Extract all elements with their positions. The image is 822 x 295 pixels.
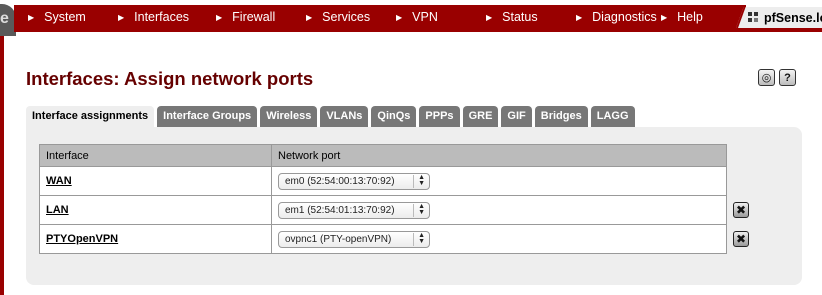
left-frame — [0, 28, 4, 295]
interface-link-wan[interactable]: WAN — [39, 166, 272, 196]
status-icon[interactable]: ◎ — [758, 69, 775, 86]
network-port-select-wan[interactable]: em0 (52:54:00:13:70:92) ▲ ▼ — [278, 172, 430, 190]
select-arrows-icon: ▲ ▼ — [413, 232, 425, 246]
title-icons: ◎ ? — [758, 69, 796, 86]
select-arrows-icon: ▲ ▼ — [413, 174, 425, 188]
chevron-right-icon: ▶ — [486, 13, 493, 22]
menu-system[interactable]: ▶ System — [28, 5, 118, 30]
help-icon[interactable]: ? — [779, 69, 796, 86]
chevron-right-icon: ▶ — [118, 13, 125, 22]
delete-lan-button[interactable]: ✖ — [733, 202, 749, 218]
tab-gif[interactable]: GIF — [501, 106, 532, 127]
delete-icon: ✖ — [735, 232, 747, 246]
select-value: em1 (52:54:01:13:70:92) — [285, 204, 395, 216]
select-value: em0 (52:54:00:13:70:92) — [285, 175, 395, 187]
tab-qinqs[interactable]: QinQs — [371, 106, 417, 127]
network-port-cell: em0 (52:54:00:13:70:92) ▲ ▼ — [271, 166, 727, 196]
page-title: Interfaces: Assign network ports — [26, 68, 314, 89]
menu-vpn[interactable]: ▶ VPN — [396, 5, 486, 30]
menu-label: Diagnostics — [592, 10, 657, 24]
chevron-right-icon: ▶ — [28, 13, 35, 22]
menu-label: System — [44, 10, 86, 24]
menu-label: Firewall — [232, 10, 276, 24]
table-row: WAN em0 (52:54:00:13:70:92) ▲ ▼ — [39, 166, 727, 196]
menu-label: Status — [502, 10, 538, 24]
menu-services[interactable]: ▶ Services — [306, 5, 396, 30]
network-port-cell: ovpnc1 (PTY-openVPN) ▲ ▼ — [271, 224, 727, 254]
menu-label: Services — [322, 10, 371, 24]
delete-icon: ✖ — [735, 203, 747, 217]
logo-letter: e — [0, 10, 9, 27]
hostname-link[interactable]: pfSense.lo — [748, 9, 822, 27]
chevron-right-icon: ▶ — [306, 13, 313, 22]
menu-help[interactable]: ▶ Help — [661, 5, 721, 30]
column-header-interface: Interface — [39, 144, 272, 167]
menu-firewall[interactable]: ▶ Firewall — [216, 5, 306, 30]
tab-gre[interactable]: GRE — [462, 106, 499, 127]
menu-status[interactable]: ▶ Status — [486, 5, 576, 30]
network-port-cell: em1 (52:54:01:13:70:92) ▲ ▼ — [271, 195, 727, 225]
chevron-right-icon: ▶ — [216, 13, 223, 22]
menu-label: VPN — [412, 10, 438, 24]
chevron-right-icon: ▶ — [661, 13, 668, 22]
table-row: PTYOpenVPN ovpnc1 (PTY-openVPN) ▲ ▼ — [39, 224, 727, 254]
menu-interfaces[interactable]: ▶ Interfaces — [118, 5, 216, 30]
column-header-network-port: Network port — [271, 144, 727, 167]
chevron-right-icon: ▶ — [396, 13, 403, 22]
table-row: LAN em1 (52:54:01:13:70:92) ▲ ▼ — [39, 195, 727, 225]
select-arrows-icon: ▲ ▼ — [413, 203, 425, 217]
network-port-select-lan[interactable]: em1 (52:54:01:13:70:92) ▲ ▼ — [278, 201, 430, 219]
tab-wireless[interactable]: Wireless — [260, 106, 318, 127]
tab-bridges[interactable]: Bridges — [534, 106, 588, 127]
tab-interface-assignments[interactable]: Interface assignments — [26, 106, 155, 127]
tab-bar: Interface assignments Interface Groups W… — [26, 106, 635, 127]
network-icon — [748, 12, 760, 24]
tab-interface-groups[interactable]: Interface Groups — [157, 106, 258, 127]
hostname: pfSense.lo — [764, 11, 822, 25]
menu-label: Help — [677, 10, 703, 24]
select-value: ovpnc1 (PTY-openVPN) — [285, 233, 392, 245]
assignments-table: Interface Network port WAN em0 (52:54:00… — [39, 144, 727, 254]
main-menu: ▶ System ▶ Interfaces ▶ Firewall ▶ Services … — [28, 5, 721, 30]
delete-ptyopenvpn-button[interactable]: ✖ — [733, 231, 749, 247]
tab-lagg[interactable]: LAGG — [590, 106, 635, 127]
chevron-right-icon: ▶ — [576, 13, 583, 22]
network-port-select-ptyopenvpn[interactable]: ovpnc1 (PTY-openVPN) ▲ ▼ — [278, 230, 430, 248]
interface-link-ptyopenvpn[interactable]: PTYOpenVPN — [39, 224, 272, 254]
tab-ppps[interactable]: PPPs — [419, 106, 460, 127]
top-navigation: e ▶ System ▶ Interfaces ▶ Firewall ▶ Service… — [0, 0, 822, 36]
menu-label: Interfaces — [134, 10, 190, 24]
menu-diagnostics[interactable]: ▶ Diagnostics — [576, 5, 661, 30]
interface-link-lan[interactable]: LAN — [39, 195, 272, 225]
tab-vlans[interactable]: VLANs — [320, 106, 369, 127]
table-header-row: Interface Network port — [39, 144, 727, 167]
